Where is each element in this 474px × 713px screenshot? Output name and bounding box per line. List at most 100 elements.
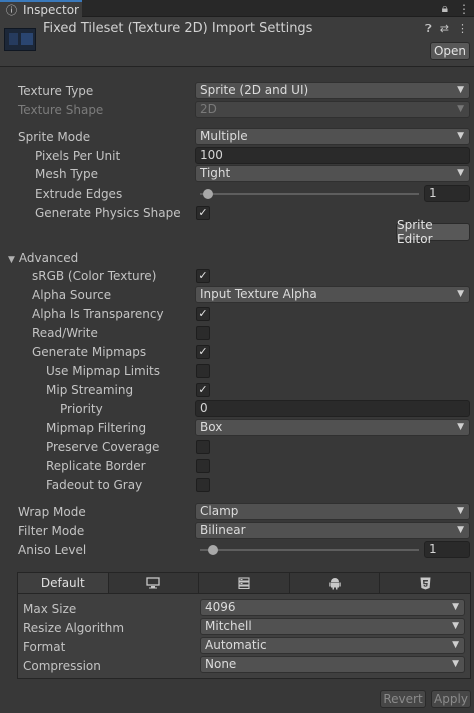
chevron-down-icon: ▼	[452, 621, 459, 631]
chevron-down-icon: ▼	[457, 131, 464, 141]
more-icon[interactable]: ⋮	[457, 22, 468, 36]
texture-shape-label: Texture Shape	[18, 103, 104, 117]
chevron-down-icon: ▼	[457, 289, 464, 299]
aniso-level-slider[interactable]	[200, 549, 419, 551]
preserve-coverage-checkbox[interactable]	[196, 440, 210, 454]
mipmap-filtering-label: Mipmap Filtering	[46, 421, 147, 435]
resize-algorithm-dropdown[interactable]: Mitchell ▼	[200, 618, 465, 635]
texture-shape-dropdown: 2D ▼	[195, 101, 470, 118]
aniso-level-field[interactable]: 1	[424, 541, 470, 558]
alpha-is-transparency-checkbox[interactable]: ✓	[196, 307, 210, 321]
mipmap-filtering-dropdown[interactable]: Box ▼	[195, 419, 470, 436]
srgb-checkbox[interactable]: ✓	[196, 269, 210, 283]
chevron-down-icon: ▼	[457, 104, 464, 114]
alpha-is-transparency-label: Alpha Is Transparency	[32, 307, 164, 321]
resize-algorithm-value: Mitchell	[205, 619, 252, 633]
tab-default-label: Default	[40, 576, 85, 590]
chevron-down-icon: ▼	[457, 85, 464, 95]
tab-webgl[interactable]	[380, 573, 470, 593]
wrap-mode-label: Wrap Mode	[18, 505, 86, 519]
filter-mode-label: Filter Mode	[18, 524, 85, 538]
srgb-label: sRGB (Color Texture)	[32, 269, 157, 283]
advanced-label: Advanced	[18, 251, 79, 265]
format-dropdown[interactable]: Automatic ▼	[200, 637, 465, 654]
tab-standalone[interactable]	[108, 573, 200, 593]
filter-mode-value: Bilinear	[200, 523, 246, 537]
tab-inspector[interactable]: ⓘ Inspector	[0, 0, 82, 17]
apply-button[interactable]: Apply	[431, 690, 471, 708]
chevron-down-icon: ▼	[452, 602, 459, 612]
server-icon	[238, 577, 250, 589]
tab-default[interactable]: Default	[18, 573, 109, 593]
more-icon[interactable]: ⋮	[458, 2, 470, 16]
pixels-per-unit-label: Pixels Per Unit	[35, 149, 121, 163]
chevron-down-icon: ▼	[452, 640, 459, 650]
mipmap-filtering-value: Box	[200, 420, 223, 434]
fadeout-to-gray-checkbox[interactable]	[196, 478, 210, 492]
chevron-down-icon: ▼	[452, 659, 459, 669]
mip-streaming-label: Mip Streaming	[46, 383, 134, 397]
use-mipmap-limits-label: Use Mipmap Limits	[46, 364, 161, 378]
inspector-header: Fixed Tileset (Texture 2D) Import Settin…	[0, 17, 474, 67]
resize-algorithm-label: Resize Algorithm	[23, 621, 125, 635]
read-write-label: Read/Write	[32, 326, 98, 340]
extrude-edges-label: Extrude Edges	[35, 187, 123, 201]
mesh-type-dropdown[interactable]: Tight ▼	[195, 165, 470, 182]
priority-field[interactable]: 0	[195, 400, 470, 417]
texture-shape-value: 2D	[200, 102, 217, 116]
help-icon[interactable]: ❓︎	[425, 22, 432, 36]
extrude-edges-slider[interactable]	[200, 193, 419, 195]
mip-streaming-checkbox[interactable]: ✓	[196, 383, 210, 397]
aniso-level-label: Aniso Level	[18, 543, 87, 557]
read-write-checkbox[interactable]	[196, 326, 210, 340]
header-icons: ❓︎ ⇄ ⋮	[425, 22, 468, 36]
format-label: Format	[23, 640, 66, 654]
sprite-editor-button[interactable]: Sprite Editor	[396, 218, 470, 246]
extrude-edges-slider-thumb[interactable]	[203, 189, 213, 199]
generate-mipmaps-label: Generate Mipmaps	[32, 345, 147, 359]
generate-physics-shape-checkbox[interactable]: ✓	[196, 206, 210, 220]
mesh-type-label: Mesh Type	[35, 167, 98, 181]
texture-type-label: Texture Type	[18, 84, 94, 98]
alpha-source-label: Alpha Source	[32, 288, 112, 302]
android-icon	[328, 577, 341, 589]
html5-icon	[420, 577, 431, 589]
use-mipmap-limits-checkbox[interactable]	[196, 364, 210, 378]
replicate-border-checkbox[interactable]	[196, 459, 210, 473]
texture-type-dropdown[interactable]: Sprite (2D and UI) ▼	[195, 82, 470, 99]
advanced-foldout[interactable]: ▼ Advanced	[8, 250, 78, 268]
chevron-down-icon: ▼	[457, 168, 464, 178]
foldout-arrow-icon: ▼	[8, 255, 15, 265]
alpha-source-dropdown[interactable]: Input Texture Alpha ▼	[195, 286, 470, 303]
revert-button[interactable]: Revert	[380, 690, 426, 708]
tab-server[interactable]	[199, 573, 290, 593]
max-size-dropdown[interactable]: 4096 ▼	[200, 599, 465, 616]
tab-android[interactable]	[289, 573, 381, 593]
tab-inspector-label: Inspector	[23, 2, 79, 17]
priority-label: Priority	[60, 402, 103, 416]
chevron-down-icon: ▼	[457, 422, 464, 432]
compression-label: Compression	[23, 659, 101, 673]
sprite-mode-label: Sprite Mode	[18, 130, 91, 144]
preserve-coverage-label: Preserve Coverage	[46, 440, 160, 454]
window-tabbar: ⓘ Inspector 🔒︎ ⋮	[0, 0, 474, 17]
fadeout-to-gray-label: Fadeout to Gray	[46, 478, 143, 492]
chevron-down-icon: ▼	[457, 506, 464, 516]
filter-mode-dropdown[interactable]: Bilinear ▼	[195, 522, 470, 539]
compression-dropdown[interactable]: None ▼	[200, 656, 465, 673]
aniso-level-slider-thumb[interactable]	[208, 545, 218, 555]
texture-type-value: Sprite (2D and UI)	[200, 83, 309, 97]
wrap-mode-dropdown[interactable]: Clamp ▼	[195, 503, 470, 520]
tabbar-controls: 🔒︎ ⋮	[442, 0, 470, 17]
pixels-per-unit-field[interactable]: 100	[195, 147, 470, 164]
max-size-label: Max Size	[23, 602, 77, 616]
presets-icon[interactable]: ⇄	[440, 22, 449, 36]
open-button[interactable]: Open	[430, 42, 470, 60]
extrude-edges-field[interactable]: 1	[424, 185, 470, 202]
wrap-mode-value: Clamp	[200, 504, 239, 518]
sprite-mode-value: Multiple	[200, 129, 248, 143]
page-title: Fixed Tileset (Texture 2D) Import Settin…	[43, 21, 313, 36]
lock-icon[interactable]: 🔒︎	[442, 1, 448, 16]
sprite-mode-dropdown[interactable]: Multiple ▼	[195, 128, 470, 145]
generate-mipmaps-checkbox[interactable]: ✓	[196, 345, 210, 359]
